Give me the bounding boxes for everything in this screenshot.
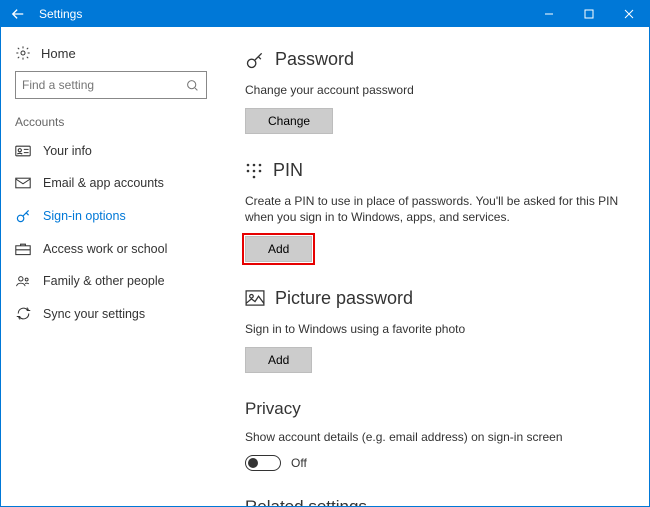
title-bar: Settings xyxy=(1,1,649,27)
id-card-icon xyxy=(15,145,31,157)
search-input[interactable] xyxy=(15,71,207,99)
section-pin: PIN Create a PIN to use in place of pass… xyxy=(245,160,619,261)
gear-icon xyxy=(15,45,31,61)
key-icon xyxy=(15,208,31,224)
maximize-button[interactable] xyxy=(569,1,609,27)
back-button[interactable] xyxy=(1,1,35,27)
home-button[interactable]: Home xyxy=(1,37,221,71)
keypad-icon xyxy=(245,162,263,180)
sidebar-item-label: Sync your settings xyxy=(43,307,145,321)
section-title: Picture password xyxy=(275,288,413,309)
people-icon xyxy=(15,274,31,288)
password-desc: Change your account password xyxy=(245,82,619,98)
minimize-button[interactable] xyxy=(529,1,569,27)
sidebar-item-your-info[interactable]: Your info xyxy=(1,135,221,167)
sidebar-group-label: Accounts xyxy=(1,109,221,135)
pin-desc: Create a PIN to use in place of password… xyxy=(245,193,619,225)
search-field[interactable] xyxy=(22,78,186,92)
window-title: Settings xyxy=(35,7,82,21)
section-password: Password Change your account password Ch… xyxy=(245,49,619,134)
mail-icon xyxy=(15,177,31,189)
sidebar-item-signin-options[interactable]: Sign-in options xyxy=(1,199,221,233)
section-title: Privacy xyxy=(245,399,619,419)
sync-icon xyxy=(15,306,31,321)
sidebar-item-work-school[interactable]: Access work or school xyxy=(1,233,221,265)
add-picture-password-button[interactable]: Add xyxy=(245,347,312,373)
sidebar-item-family[interactable]: Family & other people xyxy=(1,265,221,297)
section-title: Related settings xyxy=(245,497,619,506)
sidebar-item-label: Email & app accounts xyxy=(43,176,164,190)
section-privacy: Privacy Show account details (e.g. email… xyxy=(245,399,619,471)
sidebar: Home Accounts Your info Email & app acco… xyxy=(1,27,221,506)
toggle-label: Off xyxy=(291,456,307,470)
sidebar-item-label: Family & other people xyxy=(43,274,165,288)
section-related: Related settings Lock screen xyxy=(245,497,619,506)
home-label: Home xyxy=(41,46,76,61)
close-button[interactable] xyxy=(609,1,649,27)
add-pin-button[interactable]: Add xyxy=(245,236,312,262)
sidebar-item-label: Your info xyxy=(43,144,92,158)
sidebar-item-email[interactable]: Email & app accounts xyxy=(1,167,221,199)
main-content: Password Change your account password Ch… xyxy=(221,27,649,506)
sidebar-item-label: Access work or school xyxy=(43,242,167,256)
search-icon xyxy=(186,79,200,92)
privacy-desc: Show account details (e.g. email address… xyxy=(245,429,619,445)
image-icon xyxy=(245,290,265,306)
section-picture-password: Picture password Sign in to Windows usin… xyxy=(245,288,619,373)
section-title: PIN xyxy=(273,160,303,181)
sidebar-item-sync[interactable]: Sync your settings xyxy=(1,297,221,330)
picture-desc: Sign in to Windows using a favorite phot… xyxy=(245,321,619,337)
key-icon xyxy=(245,50,265,70)
privacy-toggle[interactable] xyxy=(245,455,281,471)
sidebar-item-label: Sign-in options xyxy=(43,209,126,223)
briefcase-icon xyxy=(15,242,31,256)
section-title: Password xyxy=(275,49,354,70)
change-password-button[interactable]: Change xyxy=(245,108,333,134)
